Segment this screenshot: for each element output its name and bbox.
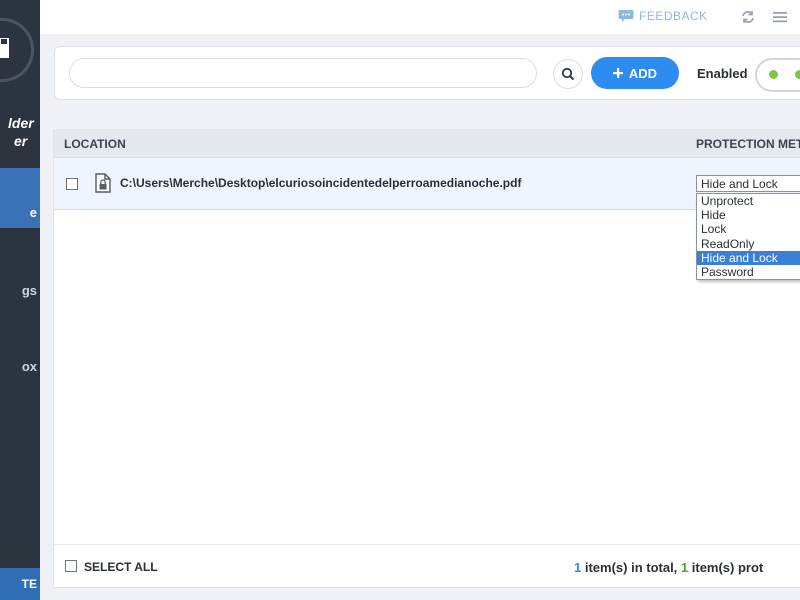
plus-icon	[612, 68, 623, 78]
upgrade-button[interactable]: TE	[0, 568, 40, 600]
sidebar-item-settings[interactable]: gs	[0, 268, 40, 312]
sidebar-item-active[interactable]: e	[0, 168, 40, 228]
toggle-knob	[795, 70, 800, 79]
dropdown-option-lock[interactable]: Lock	[697, 222, 800, 236]
refresh-icon[interactable]	[739, 8, 757, 26]
upgrade-label: TE	[21, 577, 37, 591]
dropdown-option-password[interactable]: Password	[697, 265, 800, 279]
search-input[interactable]	[69, 58, 537, 88]
lock-icon	[0, 38, 9, 58]
total-text: item(s) in total,	[581, 560, 681, 575]
select-all-label: SELECT ALL	[84, 560, 158, 574]
sidebar-item-label: e	[29, 205, 37, 220]
table-footer: SELECT ALL 1 item(s) in total, 1 item(s)…	[54, 544, 800, 587]
item-summary: 1 item(s) in total, 1 item(s) prot	[574, 560, 763, 575]
chat-bubble-icon	[618, 10, 634, 22]
sidebar-item-toolbox[interactable]: ox	[0, 344, 40, 388]
toolbar-panel: ADD Enabled	[54, 46, 800, 100]
menu-icon[interactable]	[771, 8, 789, 26]
row-checkbox[interactable]	[66, 178, 78, 190]
app-name-line2: er	[14, 133, 28, 149]
sidebar: lder er e gs ox TE	[0, 0, 40, 600]
dropdown-option-readonly[interactable]: ReadOnly	[697, 237, 800, 251]
enabled-toggle[interactable]	[755, 58, 800, 92]
sidebar-item-label: ox	[21, 359, 37, 374]
protection-method-dropdown: Unprotect Hide Lock ReadOnly Hide and Lo…	[696, 193, 800, 281]
search-icon	[561, 67, 575, 81]
file-path: C:\Users\Merche\Desktop\elcuriosoinciden…	[120, 176, 522, 190]
app-name-line1: lder	[8, 115, 34, 131]
feedback-button[interactable]: FEEDBACK	[618, 9, 708, 23]
app-name: lder er	[0, 114, 34, 150]
search-button[interactable]	[553, 59, 583, 89]
enabled-label: Enabled	[697, 66, 748, 81]
add-label: ADD	[628, 65, 658, 81]
table-row[interactable]: C:\Users\Merche\Desktop\elcuriosoinciden…	[54, 157, 800, 210]
dropdown-option-hide[interactable]: Hide	[697, 208, 800, 222]
dropdown-option-unprotect[interactable]: Unprotect	[697, 194, 800, 208]
locked-file-icon	[95, 173, 111, 193]
column-header-location: LOCATION	[64, 137, 126, 151]
select-all-checkbox[interactable]	[65, 560, 77, 572]
sidebar-item-label: gs	[21, 283, 37, 298]
top-bar: FEEDBACK	[40, 0, 800, 34]
table-header: LOCATION PROTECTION METHOD	[54, 130, 800, 157]
protected-items-table: LOCATION PROTECTION METHOD C:\Users\Merc…	[53, 129, 800, 588]
main-content: FEEDBACK ADD Enabled LOCATION PROTECTION…	[40, 0, 800, 600]
column-header-method: PROTECTION METHOD	[696, 137, 800, 151]
dropdown-option-hide-and-lock[interactable]: Hide and Lock	[697, 250, 800, 265]
feedback-label: FEEDBACK	[639, 9, 708, 23]
protected-text: item(s) prot	[688, 560, 764, 575]
add-button[interactable]: ADD	[591, 57, 679, 89]
protection-method-select[interactable]: Hide and Lock	[696, 175, 800, 192]
toggle-status-dot	[769, 70, 778, 79]
